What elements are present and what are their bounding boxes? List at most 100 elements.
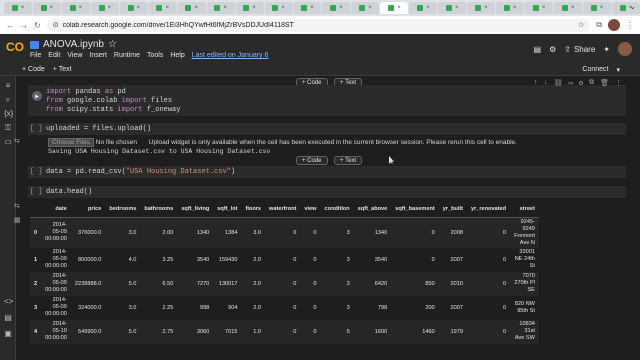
last-edited-link[interactable]: Last edited on January 6: [192, 52, 269, 59]
close-tab-icon[interactable]: ×: [281, 5, 285, 11]
close-tab-icon[interactable]: ×: [252, 5, 256, 11]
code-cell-upload[interactable]: [ ] uploaded = files.upload(): [28, 123, 626, 135]
code-snippets-icon[interactable]: <>: [4, 298, 13, 306]
browser-tab[interactable]: ×: [496, 2, 525, 14]
link-icon[interactable]: ⛓: [554, 79, 563, 88]
insert-code-button[interactable]: + Code: [296, 156, 328, 165]
settings-gear-icon[interactable]: ⚙: [549, 45, 556, 54]
output-menu-icon[interactable]: ⇆: [14, 137, 20, 145]
code-cell-head[interactable]: [ ] data.head(): [28, 186, 626, 198]
reload-icon[interactable]: ↻: [34, 21, 41, 30]
close-tab-icon[interactable]: ×: [137, 5, 141, 11]
browser-tab[interactable]: ×: [264, 2, 293, 14]
mirror-icon[interactable]: ⧉: [589, 79, 594, 88]
close-tab-icon[interactable]: ×: [542, 5, 546, 11]
close-tab-icon[interactable]: ×: [223, 5, 227, 11]
delete-icon[interactable]: 🗑: [600, 79, 609, 88]
forward-icon[interactable]: →: [20, 21, 28, 30]
table-row: 0 2014-05-09 00:00:00 376000.0 3.0 2.00 1340 1…: [30, 217, 539, 248]
close-tab-icon[interactable]: ×: [21, 5, 25, 11]
close-tab-icon[interactable]: ×: [397, 5, 401, 11]
share-button[interactable]: ⇪ Share: [564, 45, 595, 54]
close-tab-icon[interactable]: ×: [194, 5, 198, 11]
menu-tools[interactable]: Tools: [147, 52, 163, 59]
browser-tab[interactable]: ×: [206, 2, 235, 14]
close-tab-icon[interactable]: ×: [426, 5, 430, 11]
menu-view[interactable]: View: [67, 52, 82, 59]
insert-text-button[interactable]: + Text: [334, 156, 363, 165]
variables-icon[interactable]: {x}: [4, 110, 13, 118]
chevron-down-icon[interactable]: ⌄: [629, 2, 636, 11]
close-tab-icon[interactable]: ×: [455, 5, 459, 11]
bookmark-star-icon[interactable]: ☆: [578, 21, 584, 29]
close-tab-icon[interactable]: ×: [108, 5, 112, 11]
menu-icon[interactable]: ≡: [4, 82, 12, 90]
close-tab-icon[interactable]: ×: [310, 5, 314, 11]
output-menu-icon[interactable]: ⇆: [14, 202, 20, 210]
browser-tab[interactable]: ×: [438, 2, 467, 14]
browser-tab[interactable]: ×: [293, 2, 322, 14]
close-tab-icon[interactable]: ×: [368, 5, 372, 11]
chevron-down-icon[interactable]: ▾: [616, 66, 620, 74]
browser-tab[interactable]: ×: [554, 2, 583, 14]
close-tab-icon[interactable]: ×: [339, 5, 343, 11]
extensions-icon[interactable]: ⧉: [596, 20, 602, 30]
add-code-button[interactable]: + Code: [22, 66, 45, 73]
browser-tab[interactable]: ×: [4, 2, 32, 14]
code-cell-readcsv[interactable]: [ ] data = pd.read_csv("USA Housing Data…: [28, 166, 626, 178]
browser-tab[interactable]: ×: [351, 2, 380, 14]
menu-insert[interactable]: Insert: [89, 52, 107, 59]
comment-icon[interactable]: ▤: [534, 45, 542, 54]
comment-icon[interactable]: ▭: [569, 79, 573, 88]
more-icon[interactable]: ⋮: [615, 79, 622, 88]
gemini-icon[interactable]: ✦: [603, 45, 610, 54]
avatar[interactable]: [608, 19, 620, 31]
browser-tab[interactable]: ×: [525, 2, 554, 14]
browser-tab[interactable]: ×: [235, 2, 264, 14]
menu-edit[interactable]: Edit: [48, 52, 60, 59]
browser-tab[interactable]: ×: [380, 2, 409, 14]
search-icon[interactable]: ⌕: [4, 96, 12, 104]
close-tab-icon[interactable]: ×: [600, 5, 604, 11]
colab-logo[interactable]: CO: [6, 40, 24, 54]
back-icon[interactable]: ←: [6, 21, 14, 30]
site-info-icon[interactable]: ⊙: [53, 21, 59, 29]
star-icon[interactable]: ☆: [108, 39, 117, 50]
browser-tab[interactable]: ×: [90, 2, 119, 14]
menu-file[interactable]: File: [30, 52, 41, 59]
browser-tab[interactable]: ×: [32, 2, 61, 14]
run-cell-button[interactable]: ▶: [32, 91, 42, 101]
dataframe-table-icon[interactable]: ▦: [14, 216, 21, 224]
move-down-icon[interactable]: ↓: [544, 79, 548, 88]
terminal-icon[interactable]: ▣: [4, 330, 12, 338]
close-tab-icon[interactable]: ×: [571, 5, 575, 11]
url-field[interactable]: ⊙ colab.research.google.com/drive/1Ei3Hh…: [46, 18, 591, 32]
browser-tab[interactable]: ×: [583, 2, 612, 14]
browser-tab[interactable]: ×: [322, 2, 351, 14]
command-palette-icon[interactable]: ▤: [4, 314, 12, 322]
menu-runtime[interactable]: Runtime: [114, 52, 140, 59]
close-tab-icon[interactable]: ×: [165, 5, 169, 11]
close-tab-icon[interactable]: ×: [50, 5, 54, 11]
secrets-key-icon[interactable]: ⚿: [4, 124, 12, 132]
add-text-button[interactable]: + Text: [53, 66, 72, 73]
folder-icon[interactable]: ▭: [4, 138, 12, 146]
code-cell-imports[interactable]: ▶ import pandas as pd from google.colab …: [28, 79, 626, 116]
browser-tab[interactable]: ×: [148, 2, 177, 14]
connect-button[interactable]: Connect: [582, 66, 608, 73]
close-tab-icon[interactable]: ×: [513, 5, 517, 11]
browser-tab[interactable]: ×: [119, 2, 148, 14]
close-tab-icon[interactable]: ×: [79, 5, 83, 11]
user-avatar[interactable]: [618, 42, 632, 56]
notebook-title[interactable]: ANOVA.ipynb: [43, 39, 104, 50]
move-up-icon[interactable]: ↑: [533, 79, 537, 88]
menu-help[interactable]: Help: [170, 52, 184, 59]
choose-files-button[interactable]: Choose Files: [48, 138, 94, 147]
browser-menu-icon[interactable]: ⋮: [626, 21, 634, 30]
browser-tab[interactable]: ×: [467, 2, 496, 14]
close-tab-icon[interactable]: ×: [484, 5, 488, 11]
browser-tab[interactable]: ×: [61, 2, 90, 14]
cell-settings-icon[interactable]: ⚙: [579, 79, 583, 88]
browser-tab[interactable]: ×: [177, 2, 206, 14]
browser-tab[interactable]: ×: [409, 2, 438, 14]
